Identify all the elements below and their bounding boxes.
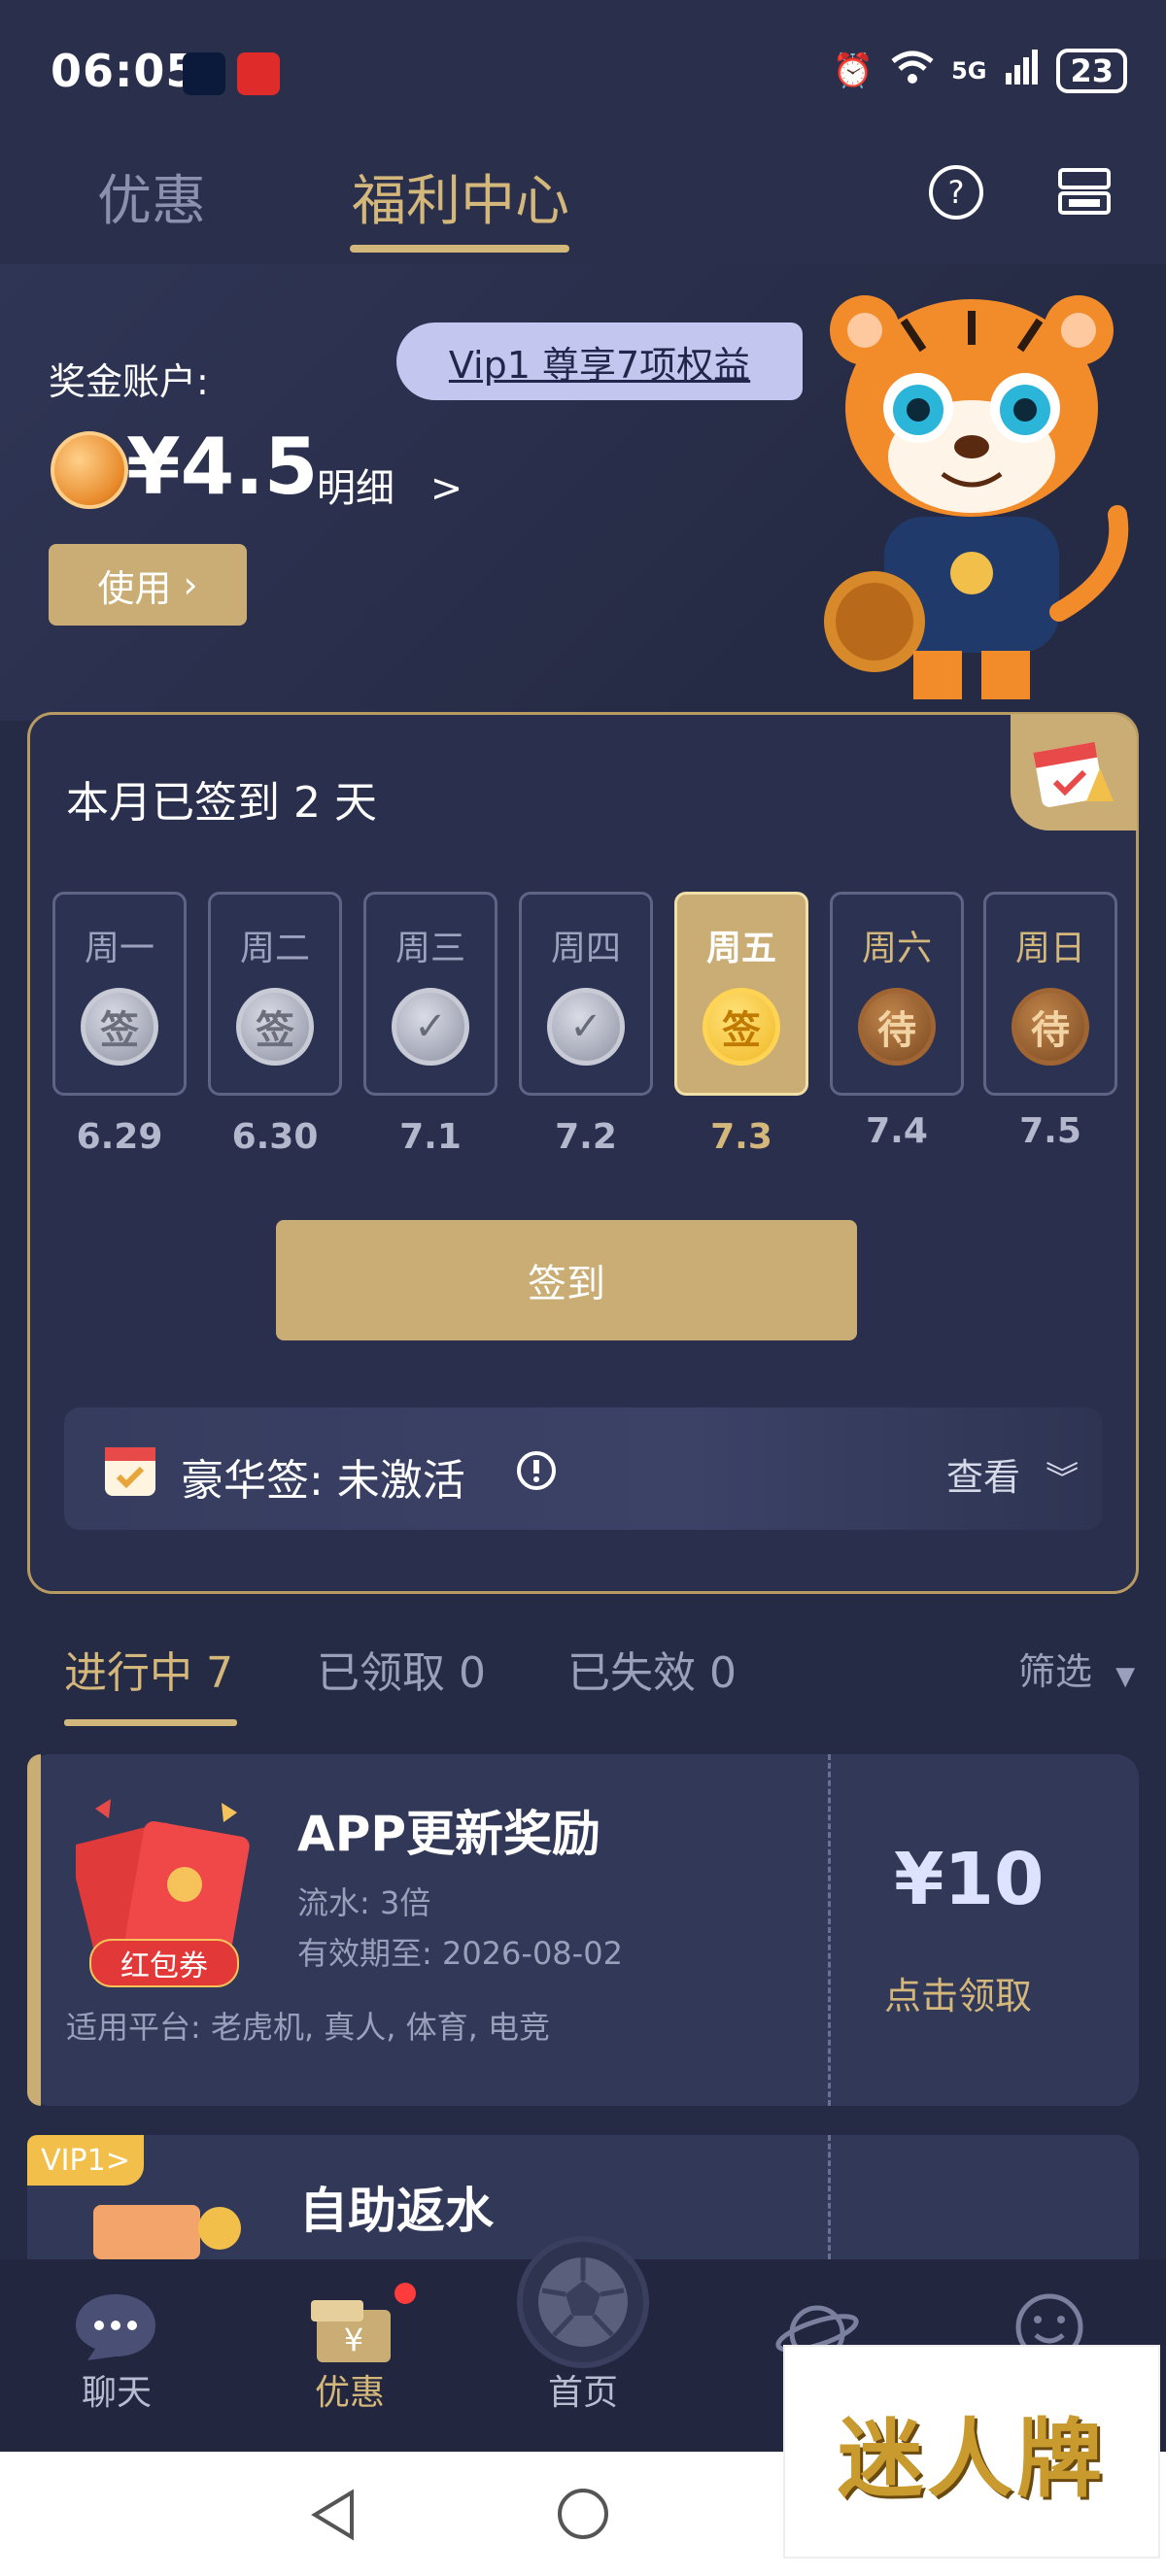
coupon-icon[interactable]: ¥ — [309, 2294, 394, 2370]
checkmark-badge-icon: ✓ — [392, 988, 469, 1066]
chevron-right-icon: > — [429, 466, 463, 511]
signin-badge-icon: 签 — [81, 988, 158, 1066]
signin-badge-icon: 待 — [1012, 988, 1089, 1066]
tab-welfare-center[interactable]: 福利中心 — [352, 157, 569, 236]
battery-indicator: 23 — [1056, 49, 1127, 93]
filter-label: 筛选 — [1018, 1650, 1093, 1693]
day-name: 周四 — [550, 929, 621, 968]
checkin-day: 周五签 — [674, 892, 808, 1096]
rebate-icon — [84, 2189, 249, 2263]
wifi-icon — [891, 50, 934, 93]
checkin-day: 周三 ✓ — [363, 892, 497, 1096]
use-balance-button[interactable]: 使用 › — [49, 544, 247, 626]
checkin-day: 周一签 — [52, 892, 187, 1096]
checkin-day: 周二签 — [208, 892, 342, 1096]
detail-label: 明细 — [317, 466, 394, 511]
day-name: 周二 — [239, 929, 310, 968]
day-name: 周六 — [861, 929, 932, 968]
tab-expired[interactable]: 已失效 0 — [567, 1638, 737, 1700]
soccer-ball-icon[interactable] — [517, 2236, 649, 2368]
day-date: 7.1 — [399, 1117, 462, 1157]
signal-icon — [1004, 49, 1039, 93]
claim-coupon-button[interactable]: 点击领取 — [884, 1966, 1032, 2019]
status-right: ⏰ 5G 23 — [833, 49, 1127, 93]
signin-badge-icon: 待 — [858, 988, 936, 1066]
account-label: 奖金账户: — [49, 360, 209, 403]
calendar-check-icon — [101, 1438, 159, 1504]
calendar-icon — [1011, 714, 1137, 830]
network-label: 5G — [951, 57, 987, 85]
svg-text:¥: ¥ — [344, 2322, 363, 2358]
coupon-turnover: 流水: 3倍 — [297, 1884, 431, 1921]
help-icon[interactable]: ? — [927, 163, 985, 225]
signin-badge-icon: 签 — [703, 988, 780, 1066]
coupon-amount: ¥10 — [894, 1838, 1045, 1921]
status-time: 06:05 — [51, 45, 198, 97]
checkin-day: 周日待 — [983, 892, 1117, 1096]
day-date: 7.2 — [555, 1117, 617, 1157]
chevron-double-down-icon: ︾ — [1046, 1460, 1080, 1499]
info-icon[interactable] — [515, 1449, 558, 1496]
active-filter-indicator — [64, 1719, 237, 1726]
vip-benefits-pill[interactable]: Vip1 尊享7项权益 — [396, 322, 803, 400]
coupon-divider — [828, 1754, 831, 2106]
filter-dropdown[interactable]: 筛选 ▼ — [1018, 1642, 1135, 1695]
coupon-type-badge: 红包券 — [89, 1939, 239, 1987]
tab-in-progress[interactable]: 进行中 7 — [64, 1638, 233, 1700]
tiger-mascot-image — [806, 291, 1137, 713]
use-button-label: 使用 — [97, 566, 172, 610]
checkmark-badge-icon: ✓ — [547, 988, 625, 1066]
luxury-view-label: 查看 — [946, 1456, 1021, 1499]
coupon-accent-bar — [27, 1754, 41, 2106]
day-date: 6.30 — [231, 1117, 319, 1157]
home-circle-icon[interactable] — [556, 2487, 610, 2545]
day-name: 周三 — [394, 929, 465, 968]
tab-offers[interactable]: 优惠 — [97, 157, 206, 236]
day-date: 7.3 — [710, 1117, 772, 1157]
checkin-day: 周四 ✓ — [519, 892, 653, 1096]
notification-dot — [394, 2283, 416, 2304]
caret-down-icon: ▼ — [1115, 1662, 1136, 1691]
sign-in-button[interactable]: 签到 — [276, 1220, 857, 1340]
coupon-expiry: 有效期至: 2026-08-02 — [297, 1935, 623, 1972]
day-date: 6.29 — [76, 1117, 163, 1157]
luxury-signin-status: 豪华签: 未激活 — [181, 1456, 465, 1506]
day-name: 周日 — [1014, 929, 1085, 968]
checkin-title: 本月已签到 2 天 — [66, 778, 377, 828]
back-icon[interactable] — [309, 2489, 358, 2545]
nav-offers-label[interactable]: 优惠 — [272, 2364, 428, 2415]
redeem-icon[interactable] — [1057, 167, 1112, 220]
coupon-title: APP更新奖励 — [297, 1806, 600, 1862]
bank-notification-icon — [237, 52, 280, 95]
chevron-right-icon: › — [183, 563, 198, 606]
signin-badge-icon: 签 — [236, 988, 314, 1066]
day-date: 7.4 — [866, 1111, 928, 1151]
vip-tag: VIP1> — [27, 2135, 144, 2186]
active-tab-indicator — [350, 245, 569, 253]
luxury-view-link[interactable]: 查看 ︾ — [946, 1447, 1079, 1501]
day-name: 周一 — [84, 929, 154, 968]
watermark-logo: 迷人牌 — [783, 2345, 1160, 2559]
day-date: 7.5 — [1019, 1111, 1081, 1151]
balance-detail-link[interactable]: 明细 > — [317, 457, 463, 513]
chat-icon[interactable] — [72, 2290, 159, 2368]
app-notification-icon — [183, 52, 225, 95]
alarm-icon: ⏰ — [832, 51, 874, 90]
nav-chat-label[interactable]: 聊天 — [39, 2364, 194, 2415]
checkin-day: 周六待 — [830, 892, 964, 1096]
balance-amount: ¥4.5 — [126, 422, 319, 512]
coupon-title: 自助返水 — [299, 2183, 494, 2239]
coin-icon — [51, 431, 128, 509]
svg-text:?: ? — [948, 174, 965, 211]
day-name: 周五 — [705, 929, 776, 968]
tab-claimed[interactable]: 已领取 0 — [317, 1638, 486, 1700]
coupon-platforms: 适用平台: 老虎机, 真人, 体育, 电竞 — [66, 2009, 550, 2046]
coupon-divider — [828, 2135, 831, 2259]
nav-home-label[interactable]: 首页 — [505, 2364, 661, 2415]
